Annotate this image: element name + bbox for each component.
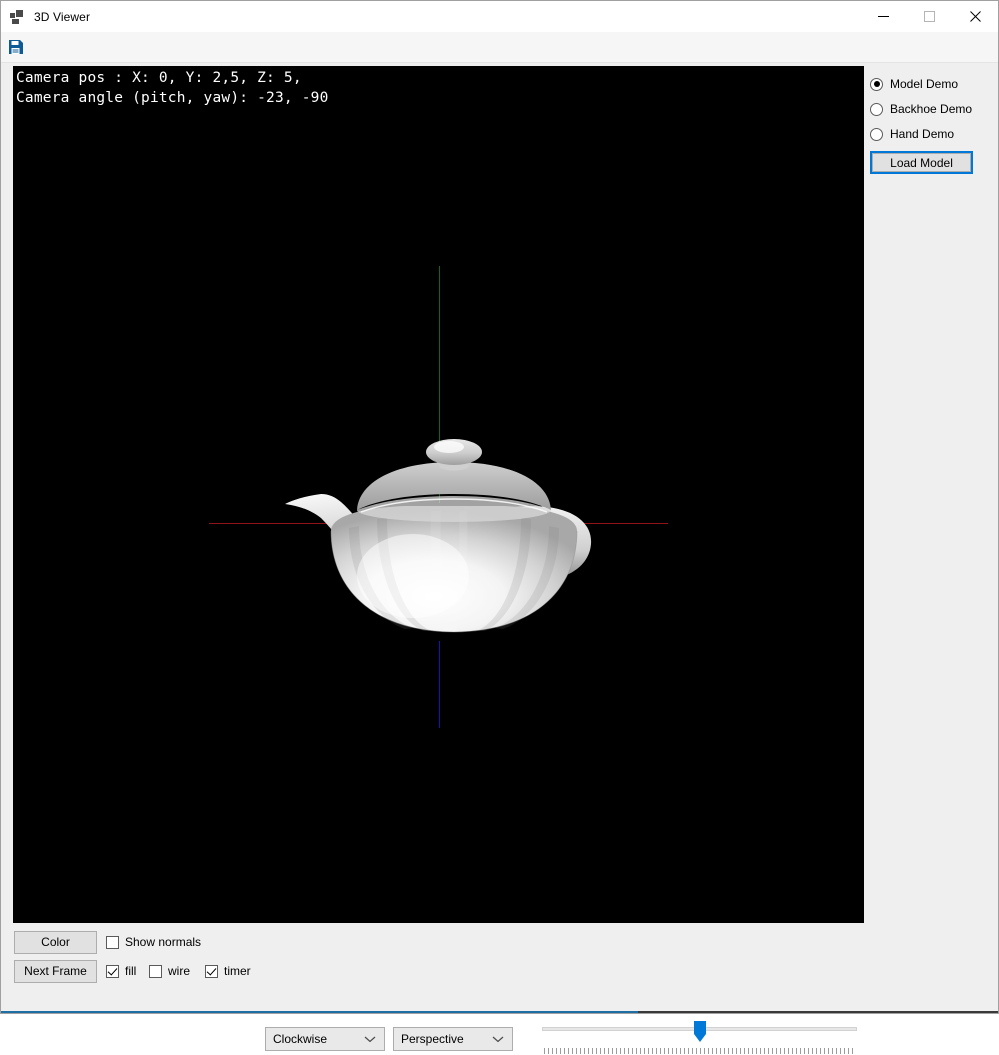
checkbox-icon-checked [205,964,218,978]
radio-model-demo[interactable]: Model Demo [867,73,995,95]
checkbox-label-wire: wire [168,964,191,978]
radio-hand-demo[interactable]: Hand Demo [867,123,995,145]
checkbox-icon-checked [106,964,119,978]
close-button[interactable] [952,1,998,32]
projection-select[interactable]: Perspective [393,1027,513,1051]
window-bottom-edge [1,1011,998,1013]
checkbox-icon [106,935,119,949]
checkbox-fill[interactable]: fill [106,964,136,978]
color-button[interactable]: Color [14,931,97,954]
toolbar [1,32,998,63]
content-area: Camera pos : X: 0, Y: 2,5, Z: 5, Camera a… [1,63,998,1054]
checkbox-wire[interactable]: wire [149,964,190,978]
minimize-button[interactable] [860,1,906,32]
titlebar: 3D Viewer [1,1,998,32]
window-controls [860,1,998,32]
load-model-focus-ring: Load Model [870,151,973,174]
app-window-icon [10,9,26,25]
camera-info-overlay: Camera pos : X: 0, Y: 2,5, Z: 5, Camera a… [16,68,329,108]
slider-ticks [544,1048,856,1054]
winding-order-value: Clockwise [273,1032,328,1046]
slider-thumb[interactable] [694,1021,706,1042]
maximize-button[interactable] [906,1,952,32]
zoom-slider[interactable] [542,1015,857,1055]
radio-label-hand-demo: Hand Demo [890,127,955,141]
chevron-down-icon [492,1035,504,1043]
checkbox-icon [149,964,162,978]
bottom-control-bar: Color Next Frame Show normals fill wire … [1,921,998,1013]
teapot-model [263,426,643,651]
window-title: 3D Viewer [34,9,91,24]
checkbox-label-show-normals: Show normals [125,935,202,949]
winding-order-select[interactable]: Clockwise [265,1027,385,1051]
chevron-down-icon [364,1035,376,1043]
camera-pos-line: Camera pos : X: 0, Y: 2,5, Z: 5, [16,70,302,86]
radio-icon-selected [870,77,883,91]
projection-value: Perspective [401,1032,464,1046]
radio-backhoe-demo[interactable]: Backhoe Demo [867,98,995,120]
next-frame-button[interactable]: Next Frame [14,960,97,983]
radio-label-backhoe-demo: Backhoe Demo [890,102,973,116]
3d-viewport[interactable]: Camera pos : X: 0, Y: 2,5, Z: 5, Camera a… [13,66,864,923]
load-model-button[interactable]: Load Model [872,153,971,172]
checkbox-label-fill: fill [125,964,137,978]
radio-label-model-demo: Model Demo [890,77,959,91]
radio-icon [870,127,883,141]
app-window: 3D Viewer Camera pos: X: 0, Y: 2,5, Z: … [0,0,999,1054]
axis-z-negative [439,641,440,728]
demo-mode-panel: Model Demo Backhoe Demo Hand Demo Load M… [867,73,995,174]
checkbox-label-timer: timer [224,964,251,978]
save-icon[interactable] [5,36,27,58]
checkbox-timer[interactable]: timer [205,964,251,978]
checkbox-show-normals[interactable]: Show normals [106,935,201,949]
radio-icon [870,102,883,116]
camera-angle-line: Camera angle (pitch, yaw): -23, -90 [16,90,329,106]
